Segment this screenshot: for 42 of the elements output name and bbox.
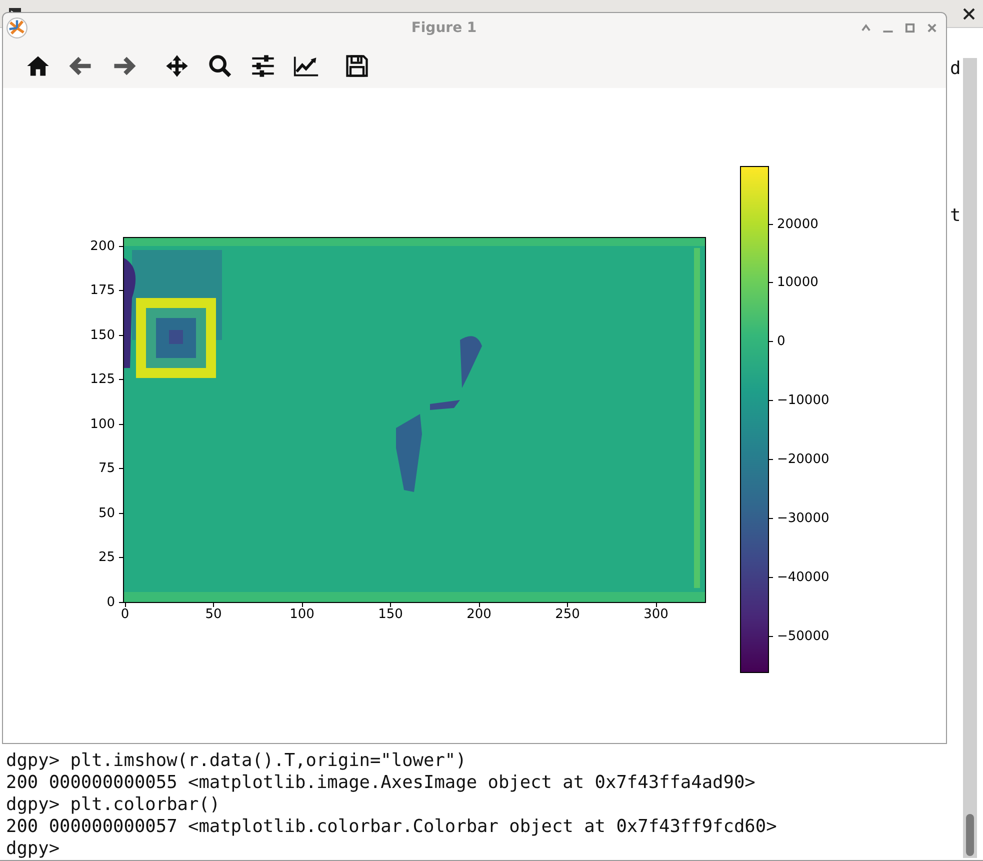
terminal-line: 200 000000000057 <matplotlib.colorbar.Colorbar object at 0x7f43ff9fcd60> (6, 816, 778, 838)
colorbar-tick-label: −30000 (777, 511, 830, 526)
x-tick-label: 200 (466, 607, 492, 622)
x-tick-label: 150 (378, 607, 403, 622)
terminal-line: dgpy> plt.imshow(r.data().T,origin="lower") (6, 750, 468, 772)
colorbar-tick-label: −20000 (777, 452, 830, 468)
x-tick-label: 0 (120, 607, 130, 622)
y-tick-label: 175 (90, 283, 115, 298)
y-tick-label: 150 (90, 328, 115, 342)
y-tick-label: 200 (90, 238, 115, 254)
y-tick-label: 125 (90, 372, 115, 387)
y-tick-label: 100 (90, 416, 115, 432)
app-logo-icon (6, 17, 28, 39)
terminal-line: 200 000000000055 <matplotlib.image.AxesImage object at 0x7f43ffa4ad90> (6, 772, 756, 794)
scrollbar-thumb[interactable] (966, 814, 974, 856)
colorbar-tick-label: −50000 (777, 628, 830, 644)
search-icon[interactable] (207, 52, 233, 78)
y-tick-label: 25 (98, 550, 115, 565)
window-title: Figure 1 (410, 20, 478, 36)
y-tick-label: 0 (106, 594, 115, 610)
terminal-text: d (950, 58, 961, 80)
colorbar-tick-label: −40000 (777, 570, 830, 585)
maximize-icon[interactable] (860, 22, 872, 34)
terminal-text: t (950, 205, 961, 227)
terminal-line: dgpy> (6, 838, 61, 860)
close-icon[interactable] (963, 8, 975, 20)
save-icon[interactable] (344, 52, 370, 78)
y-tick-label: 50 (98, 506, 115, 520)
colorbar-tick-label: 20000 (777, 216, 818, 232)
x-tick-label: 300 (644, 607, 668, 622)
sliders-icon[interactable] (250, 52, 276, 78)
x-tick-label: 50 (205, 607, 222, 622)
restore-icon[interactable] (904, 22, 916, 34)
move-icon[interactable] (164, 52, 190, 78)
x-tick-label: 250 (555, 607, 580, 622)
x-tick-label: 100 (290, 607, 314, 622)
colorbar-tick-label: 0 (777, 334, 786, 350)
terminal-line: dgpy> plt.colorbar() (6, 794, 222, 816)
colorbar-tick-label: −10000 (777, 393, 830, 408)
scrollbar[interactable] (963, 58, 977, 858)
colorbar-tick-label: 10000 (777, 275, 818, 290)
y-tick-label: 75 (98, 461, 115, 476)
